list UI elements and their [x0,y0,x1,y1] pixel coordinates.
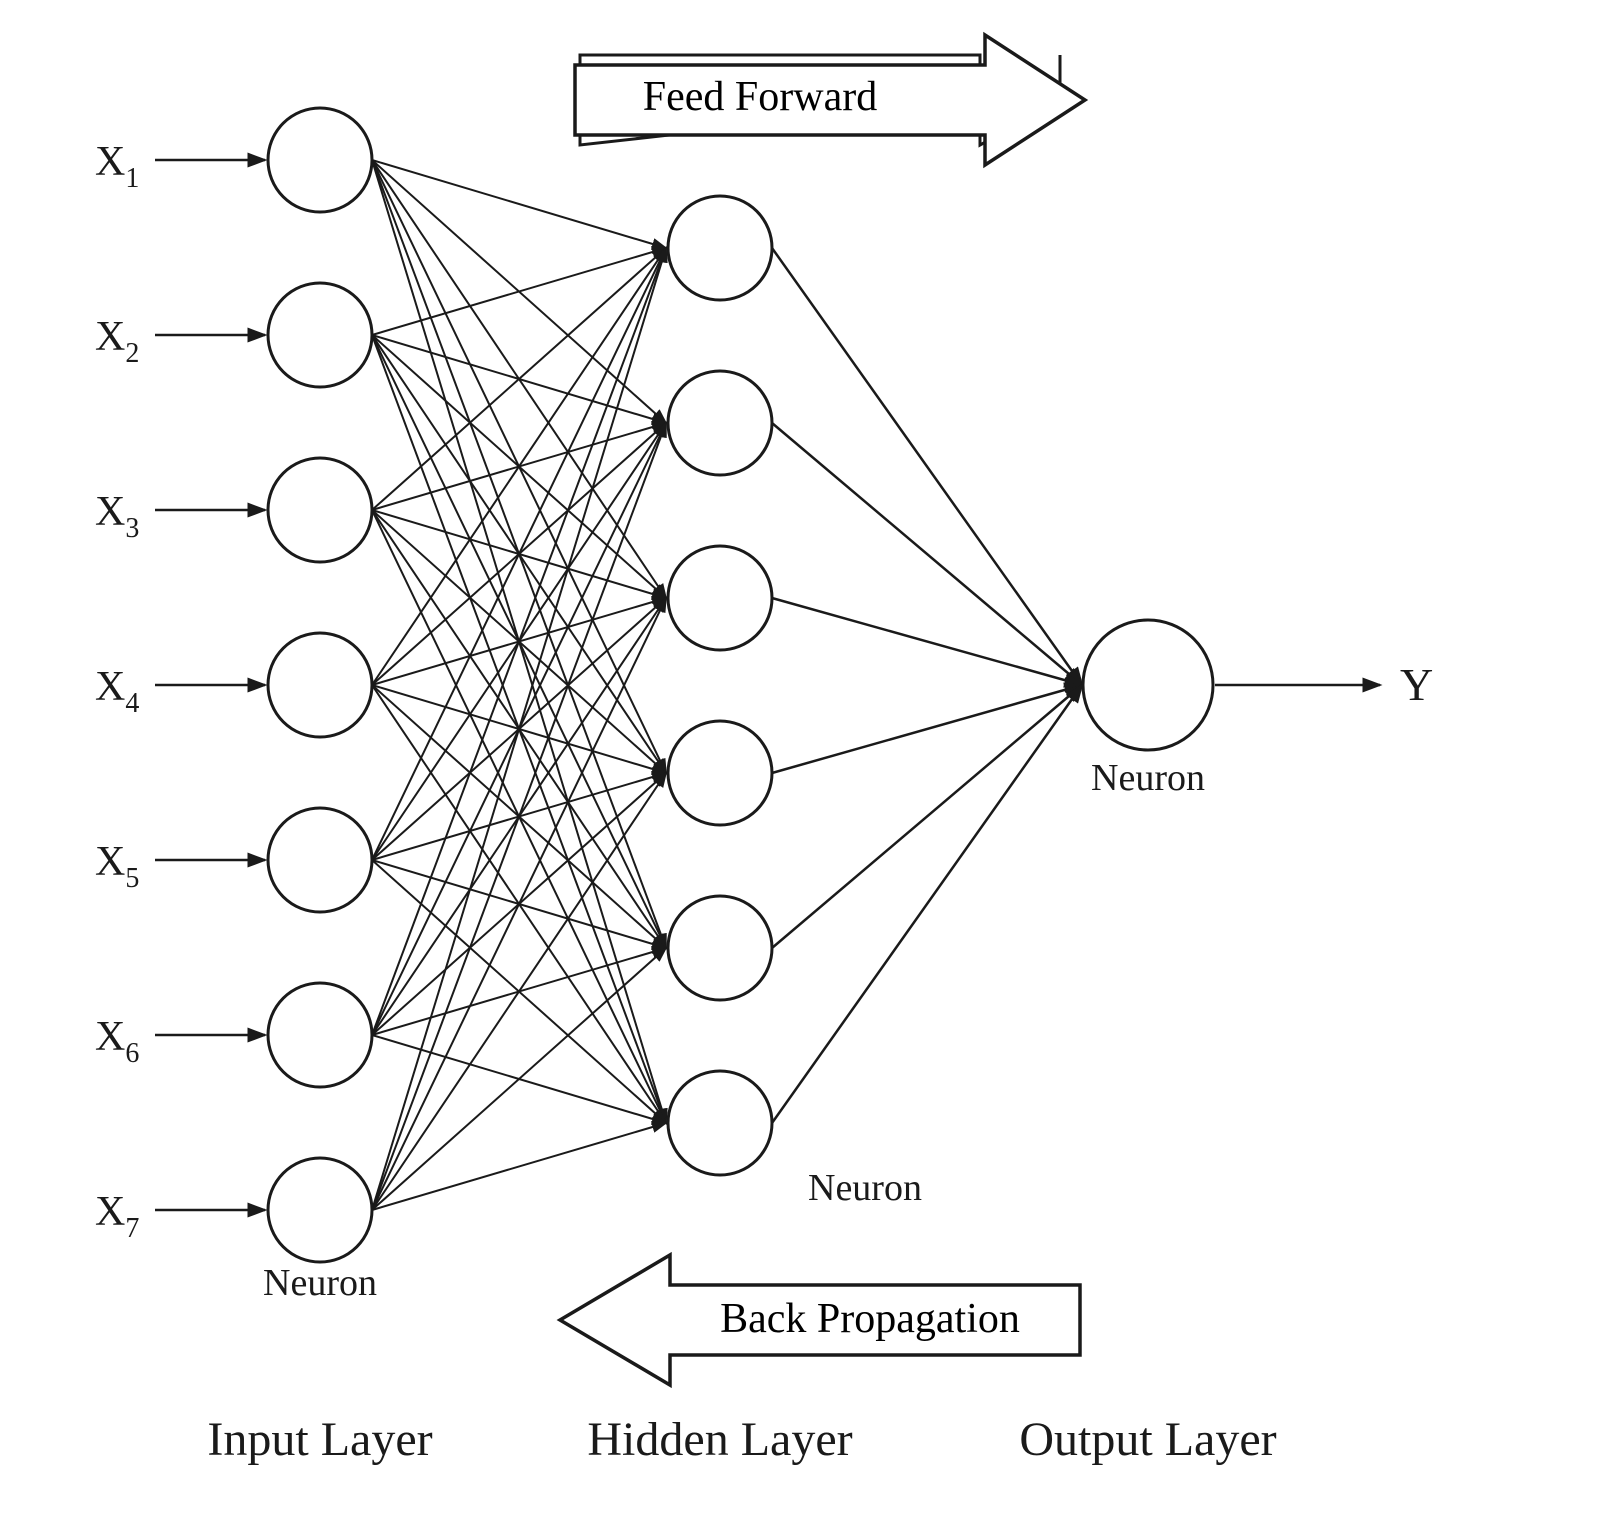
feed-forward-label: Feed Forward [643,74,877,120]
input-node-1 [268,108,372,212]
input-layer-label: Input Layer [207,1413,432,1466]
neuron-hidden-label: Neuron [808,1167,922,1209]
input-label-5: X5 [95,839,139,894]
input-node-5 [268,808,372,912]
back-propagation-label: Back Propagation [720,1296,1020,1342]
input-node-3 [268,458,372,562]
input-label-3: X3 [95,489,139,544]
back-propagation-arrow: Back Propagation [560,1255,1080,1385]
input-label-6: X6 [95,1014,139,1069]
input-labels: X1 X2 X3 X4 X5 X6 X7 [95,139,139,1244]
hidden-node-3 [668,546,772,650]
output-y-label: Y [1400,659,1433,710]
input-label-4: X4 [95,664,139,719]
hidden-node-2 [668,371,772,475]
hidden-layer-label: Hidden Layer [587,1413,852,1466]
input-arrows [155,160,265,1210]
input-node-2 [268,283,372,387]
hidden-node-4 [668,721,772,825]
input-nodes [268,108,372,1262]
hidden-nodes [668,196,772,1175]
input-node-7 [268,1158,372,1262]
feed-forward-arrow: Feed Forward [575,35,1085,165]
input-node-6 [268,983,372,1087]
input-hidden-connections [372,160,666,1210]
diagram-container: Feed Forward Back Propagation [0,0,1618,1517]
input-label-1: X1 [95,139,139,194]
output-node-circle [1083,620,1213,750]
output-layer-label: Output Layer [1019,1413,1276,1466]
output-node [1083,620,1213,750]
neuron-input-label: Neuron [263,1262,377,1304]
input-label-2: X2 [95,314,139,369]
hidden-node-6 [668,1071,772,1175]
neuron-output-label: Neuron [1091,757,1205,799]
input-node-4 [268,633,372,737]
input-label-7: X7 [95,1189,139,1244]
hidden-node-1 [668,196,772,300]
hidden-node-5 [668,896,772,1000]
hidden-output-connections [772,248,1082,1123]
